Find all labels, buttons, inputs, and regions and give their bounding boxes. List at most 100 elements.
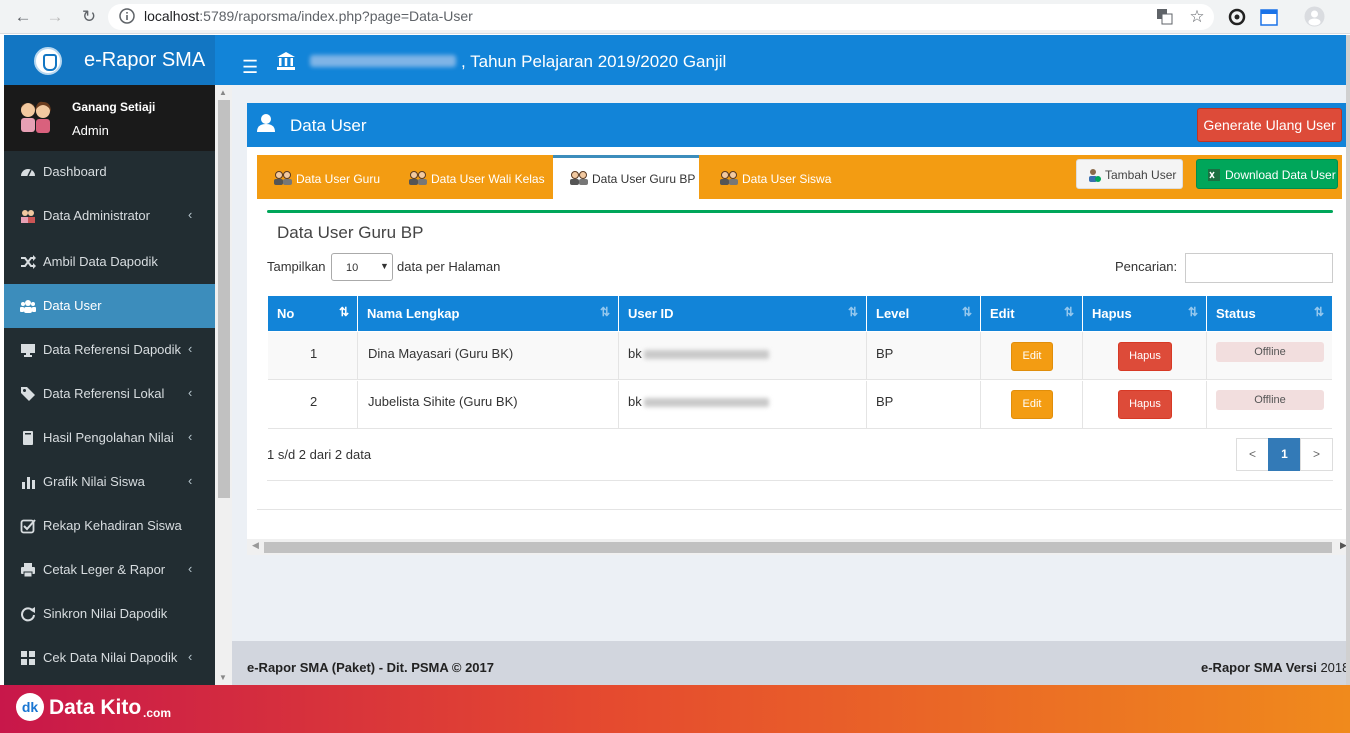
user-name: Ganang Setiaji (72, 100, 156, 114)
app-logo-area[interactable]: e-Rapor SMA (4, 35, 215, 85)
edit-button[interactable]: Edit (1011, 342, 1053, 371)
show-label: Tampilkan (267, 259, 326, 274)
sidebar-item-hasil-pengolahan-nilai[interactable]: Hasil Pengolahan Nilai ‹ (4, 416, 215, 460)
sidebar-item-sinkron-nilai-dapodik[interactable]: Sinkron Nilai Dapodik (4, 592, 215, 636)
cell-text: Jubelista Sihite (Guru BK) (368, 394, 518, 409)
pagination-prev[interactable]: < (1236, 438, 1269, 471)
chevron-left-icon: ‹ (188, 341, 193, 356)
box-title: Data User Guru BP (277, 223, 424, 242)
per-page-label: data per Halaman (397, 259, 501, 274)
star-icon[interactable]: ☆ (1187, 7, 1207, 27)
col-header-user-id[interactable]: User ID ⇅ (619, 296, 867, 331)
sidebar-item-grafik-nilai-siswa[interactable]: Grafik Nilai Siswa ‹ (4, 460, 215, 504)
caret-down-icon: ▼ (380, 261, 389, 271)
status-badge: Offline (1216, 390, 1324, 410)
cell-no: 2 (268, 381, 358, 429)
forward-icon[interactable]: → (45, 7, 65, 27)
tab-data-user-siswa[interactable]: Data User Siswa (703, 155, 833, 199)
chevron-left-icon: ‹ (188, 473, 193, 488)
cell-text: 1 (310, 346, 318, 361)
divider (267, 480, 1333, 481)
sidebar-item-ambil-data-dapodik[interactable]: Ambil Data Dapodik (4, 240, 215, 284)
desktop-icon (21, 344, 35, 357)
cell-no: 1 (268, 332, 358, 380)
col-header-level[interactable]: Level ⇅ (867, 296, 981, 331)
back-icon[interactable]: ← (13, 7, 33, 27)
sidebar-item-data-administrator[interactable]: Data Administrator ‹ (4, 194, 215, 238)
sidebar-item-dashboard[interactable]: Dashboard (4, 150, 215, 194)
translate-icon[interactable] (1156, 8, 1173, 25)
group-icon (20, 300, 36, 313)
cell-level: BP (867, 332, 981, 380)
watermark-domain: .com (143, 706, 172, 720)
sort-icon: ⇅ (847, 305, 858, 319)
reload-icon[interactable]: ↻ (79, 7, 99, 27)
extension-icon[interactable] (1228, 8, 1246, 26)
cell-user-id: bk (619, 381, 867, 429)
sort-icon: ⇅ (961, 305, 972, 319)
user-icon (257, 114, 275, 132)
delete-button[interactable]: Hapus (1118, 390, 1172, 419)
check-square-icon (20, 519, 36, 534)
cell-hapus: Hapus (1083, 332, 1207, 380)
pagination-next[interactable]: > (1300, 438, 1333, 471)
profile-icon[interactable] (1304, 6, 1325, 27)
pagination-page-1[interactable]: 1 (1268, 438, 1301, 471)
col-header-hapus[interactable]: Hapus ⇅ (1083, 296, 1207, 331)
table-row: 2 Jubelista Sihite (Guru BK) bk BP Edit … (268, 381, 1332, 429)
col-header-no[interactable]: No ⇅ (268, 296, 358, 331)
tab-data-user-guru-bp[interactable]: Data User Guru BP (553, 155, 699, 199)
col-header-label: No (277, 306, 295, 321)
horizontal-scrollbar-thumb[interactable] (264, 542, 1332, 553)
user-id-prefix: bk (628, 346, 642, 361)
col-header-nama-lengkap[interactable]: Nama Lengkap ⇅ (358, 296, 619, 331)
sidebar-item-label: Sinkron Nilai Dapodik (43, 606, 168, 621)
sidebar-item-cek-data-nilai-dapodik[interactable]: Cek Data Nilai Dapodik ‹ (4, 636, 215, 680)
th-large-icon (21, 651, 35, 665)
col-header-edit[interactable]: Edit ⇅ (981, 296, 1083, 331)
generate-user-button[interactable]: Generate Ulang User (1197, 108, 1342, 142)
col-header-label: Hapus (1092, 306, 1132, 321)
download-data-user-button[interactable]: Download Data User (1196, 159, 1338, 189)
col-header-status[interactable]: Status ⇅ (1207, 296, 1332, 331)
cell-status: Offline (1207, 381, 1332, 429)
menu-toggle-icon[interactable]: ☰ (242, 57, 258, 78)
col-header-label: Nama Lengkap (367, 306, 460, 321)
search-input[interactable] (1185, 253, 1333, 283)
sidebar-item-data-referensi-lokal[interactable]: Data Referensi Lokal ‹ (4, 372, 215, 416)
school-name-redacted (310, 55, 456, 67)
institution-icon (277, 52, 295, 70)
scroll-left-icon[interactable]: ◀ (252, 540, 259, 551)
random-icon (21, 255, 36, 269)
cell-edit: Edit (981, 332, 1083, 380)
tab-data-user-guru[interactable]: Data User Guru (257, 155, 390, 199)
sidebar-scrollbar-thumb[interactable] (218, 100, 230, 498)
sidebar-item-label: Data Referensi Lokal (43, 386, 165, 401)
add-user-icon (1089, 169, 1101, 182)
cell-text: bk (628, 346, 769, 361)
page-length-select[interactable]: 10 ▼ (331, 253, 393, 281)
sort-icon: ⇅ (1063, 305, 1074, 319)
sidebar-item-cetak-leger-rapor[interactable]: Cetak Leger & Rapor ‹ (4, 548, 215, 592)
scroll-down-icon[interactable]: ▼ (219, 673, 227, 682)
panel-title: Data User (290, 116, 367, 135)
sort-icon: ⇅ (599, 305, 610, 319)
browser-toolbar: ← → ↻ localhost:5789/raporsma/index.php?… (0, 0, 1350, 34)
sidebar-item-rekap-kehadiran-siswa[interactable]: Rekap Kehadiran Siswa (4, 504, 215, 548)
scroll-up-icon[interactable]: ▲ (219, 88, 227, 97)
edit-button[interactable]: Edit (1011, 390, 1053, 419)
calendar-icon[interactable] (1260, 8, 1278, 26)
users-icon (21, 210, 35, 223)
info-icon[interactable] (119, 8, 135, 24)
add-user-label: Tambah User (1105, 168, 1177, 182)
sidebar-item-data-referensi-dapodik[interactable]: Data Referensi Dapodik ‹ (4, 328, 215, 372)
book-icon (23, 431, 33, 445)
user-id-redacted (643, 398, 769, 408)
url-text: localhost:5789/raporsma/index.php?page=D… (144, 8, 473, 24)
delete-button[interactable]: Hapus (1118, 342, 1172, 371)
sidebar-item-label: Ambil Data Dapodik (43, 254, 158, 269)
sidebar-item-data-user[interactable]: Data User (4, 284, 215, 328)
tab-data-user-wali-kelas[interactable]: Data User Wali Kelas (392, 155, 552, 199)
add-user-button[interactable]: Tambah User (1076, 159, 1183, 189)
bar-chart-icon (22, 477, 35, 489)
